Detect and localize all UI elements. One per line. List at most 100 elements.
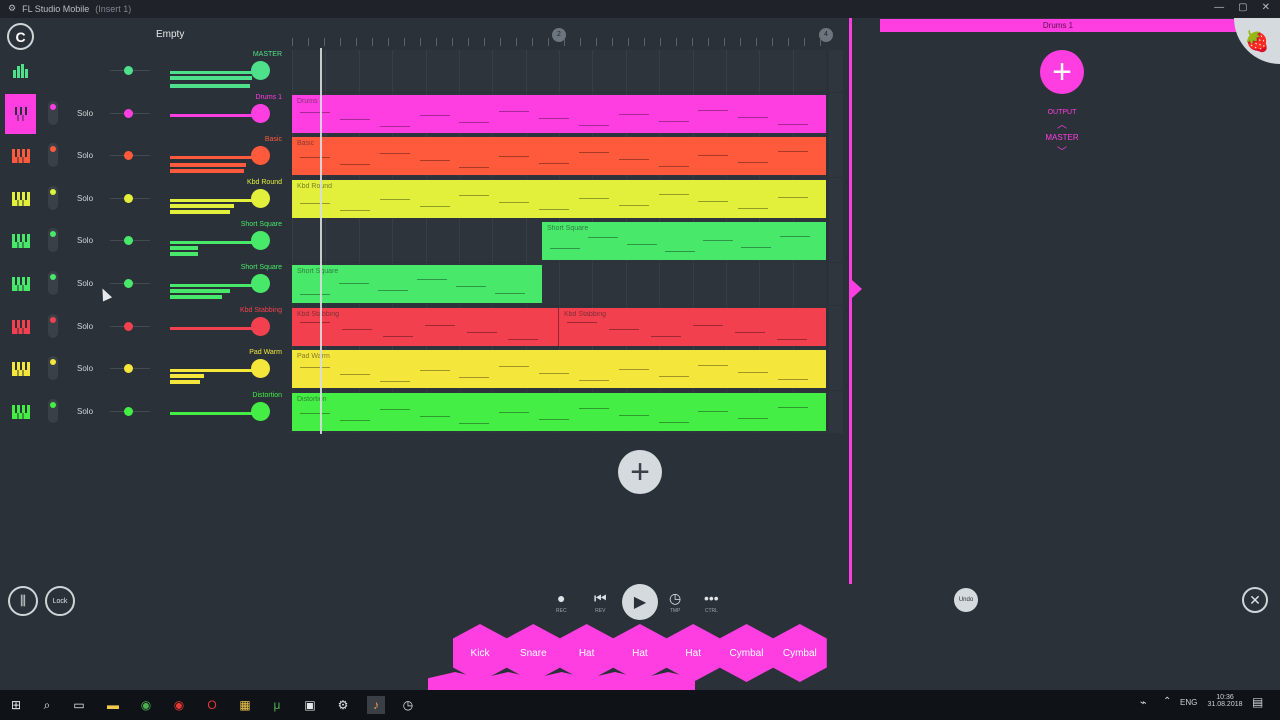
piano-keys-icon[interactable] (8, 186, 34, 212)
settings-icon[interactable]: ⚙ (334, 696, 352, 714)
mute-toggle[interactable] (48, 313, 58, 338)
pattern-clip[interactable]: Kbd Stabbing (558, 307, 826, 346)
solo-button[interactable]: Solo (77, 236, 93, 245)
drum-pad[interactable]: Hat (559, 624, 614, 682)
solo-button[interactable]: Solo (77, 151, 93, 160)
minimize-button[interactable]: — (1214, 2, 1224, 13)
track-name[interactable]: Pad Warm (249, 349, 282, 356)
track-name[interactable]: MASTER (253, 51, 282, 58)
opera-icon[interactable]: O (203, 696, 221, 714)
task-view-icon[interactable]: ▭ (70, 696, 88, 714)
rewind-button[interactable]: ⏮ REV (594, 588, 607, 614)
clock-app-icon[interactable]: ◷ (399, 696, 417, 714)
mixer-button[interactable]: ⫼ (8, 586, 38, 616)
mute-toggle[interactable] (48, 143, 58, 168)
pattern-clip[interactable]: Drums (292, 94, 826, 133)
volume-fader-track[interactable] (170, 71, 260, 74)
drum-pad[interactable]: Hat (666, 624, 721, 682)
track-lane[interactable]: Pad Warm (292, 348, 843, 391)
volume-knob[interactable] (251, 188, 270, 208)
volume-knob[interactable] (251, 231, 270, 251)
bar-marker[interactable]: 4 (819, 28, 833, 42)
track-name[interactable]: Kbd Stabbing (240, 307, 282, 314)
track-lane[interactable]: Kbd Stabbing Kbd Stabbing (292, 305, 843, 348)
piano-keys-icon[interactable] (8, 271, 34, 297)
pan-knob[interactable] (124, 66, 133, 75)
track-name[interactable]: Drums 1 (256, 94, 282, 101)
search-icon[interactable]: ⌕ (38, 696, 56, 714)
output-target[interactable]: MASTER (1030, 133, 1094, 142)
fl-studio-taskbar-icon[interactable]: ♪ (367, 696, 385, 714)
piano-keys-icon[interactable] (8, 356, 34, 382)
track-lane[interactable]: Kbd Round (292, 177, 843, 220)
pan-knob[interactable] (124, 279, 133, 288)
master-bars-icon[interactable] (8, 58, 34, 84)
track-name[interactable]: Short Square (241, 264, 282, 271)
track-lane[interactable]: Short Square (292, 220, 843, 263)
lock-button[interactable]: Lock (45, 586, 75, 616)
pan-knob[interactable] (124, 151, 133, 161)
file-explorer-icon[interactable]: ▬ (104, 696, 122, 714)
lane-scroll-rail[interactable] (829, 348, 843, 391)
chevron-up-icon[interactable]: ⌃ (1163, 696, 1171, 707)
volume-fader-track[interactable] (170, 113, 260, 117)
fl-fruit-logo-icon[interactable]: 🍓 (1234, 18, 1280, 64)
piano-keys-icon[interactable] (8, 228, 34, 254)
track-name[interactable]: Distortion (252, 392, 282, 399)
notifications-icon[interactable]: ▤ (1252, 695, 1263, 709)
song-title[interactable]: Empty (156, 29, 184, 40)
timeline-ruler[interactable]: 2 4 (292, 28, 833, 46)
mute-toggle[interactable] (48, 271, 58, 295)
piano-keys-icon[interactable] (8, 399, 34, 425)
chevron-down-icon[interactable]: ﹀ (1052, 143, 1072, 158)
pattern-clip[interactable]: Short Square (542, 222, 826, 261)
pattern-clip[interactable]: Short Square (292, 265, 542, 303)
pan-knob[interactable] (124, 321, 133, 331)
solo-button[interactable]: Solo (77, 279, 93, 288)
lane-scroll-rail[interactable] (829, 220, 843, 263)
pan-knob[interactable] (124, 236, 133, 246)
chevron-up-icon[interactable]: ︿ (1052, 116, 1072, 131)
track-name[interactable]: Kbd Round (247, 179, 282, 186)
volume-fader-track[interactable] (170, 156, 260, 160)
chrome-icon[interactable]: ◉ (137, 696, 155, 714)
volume-knob[interactable] (251, 316, 270, 336)
track-name[interactable]: Short Square (241, 221, 282, 228)
pan-knob[interactable] (124, 364, 133, 374)
lane-scroll-rail[interactable] (829, 263, 843, 305)
network-icon[interactable]: ⌁ (1140, 696, 1147, 709)
lane-scroll-rail[interactable] (829, 135, 843, 178)
track-lane[interactable]: Drums (292, 92, 843, 135)
pattern-clip[interactable]: Pad Warm (292, 350, 826, 389)
torrent-icon[interactable]: μ (268, 696, 286, 714)
volume-knob[interactable] (251, 274, 270, 293)
drum-pad[interactable]: Cymbal (719, 624, 774, 682)
track-lane[interactable]: Basic (292, 135, 843, 178)
drum-pad[interactable]: Kick (453, 624, 507, 682)
volume-knob[interactable] (251, 146, 270, 166)
volume-fader-track[interactable] (170, 411, 260, 415)
instrument-header[interactable]: Drums 1 (880, 19, 1236, 32)
pattern-clip[interactable]: Kbd Round (292, 179, 826, 218)
folder-app-icon[interactable]: ▦ (236, 696, 254, 714)
add-track-button[interactable]: + (618, 450, 662, 494)
solo-button[interactable]: Solo (77, 194, 93, 203)
lane-scroll-rail[interactable] (829, 92, 843, 135)
mute-toggle[interactable] (48, 228, 58, 253)
mute-toggle[interactable] (48, 185, 58, 210)
close-pads-button[interactable]: ✕ (1242, 587, 1268, 613)
gear-icon[interactable]: ⚙ (8, 3, 16, 14)
solo-button[interactable]: Solo (77, 407, 93, 416)
play-button[interactable]: ▶ (622, 584, 658, 620)
language-indicator[interactable]: ENG (1180, 698, 1197, 707)
record-button[interactable]: ● REC (556, 588, 567, 614)
windows-start-icon[interactable]: ⊞ (7, 696, 25, 714)
pattern-clip[interactable]: Distortion (292, 392, 826, 431)
media-app-icon[interactable]: ▣ (301, 696, 319, 714)
drum-pad[interactable]: Hat (612, 624, 667, 682)
pattern-clip[interactable]: Basic (292, 137, 826, 176)
piano-keys-icon[interactable] (8, 143, 34, 169)
tempo-button[interactable]: ◷ TMP (669, 588, 681, 614)
track-lane[interactable]: Short Square (292, 263, 843, 305)
pan-knob[interactable] (124, 406, 133, 416)
